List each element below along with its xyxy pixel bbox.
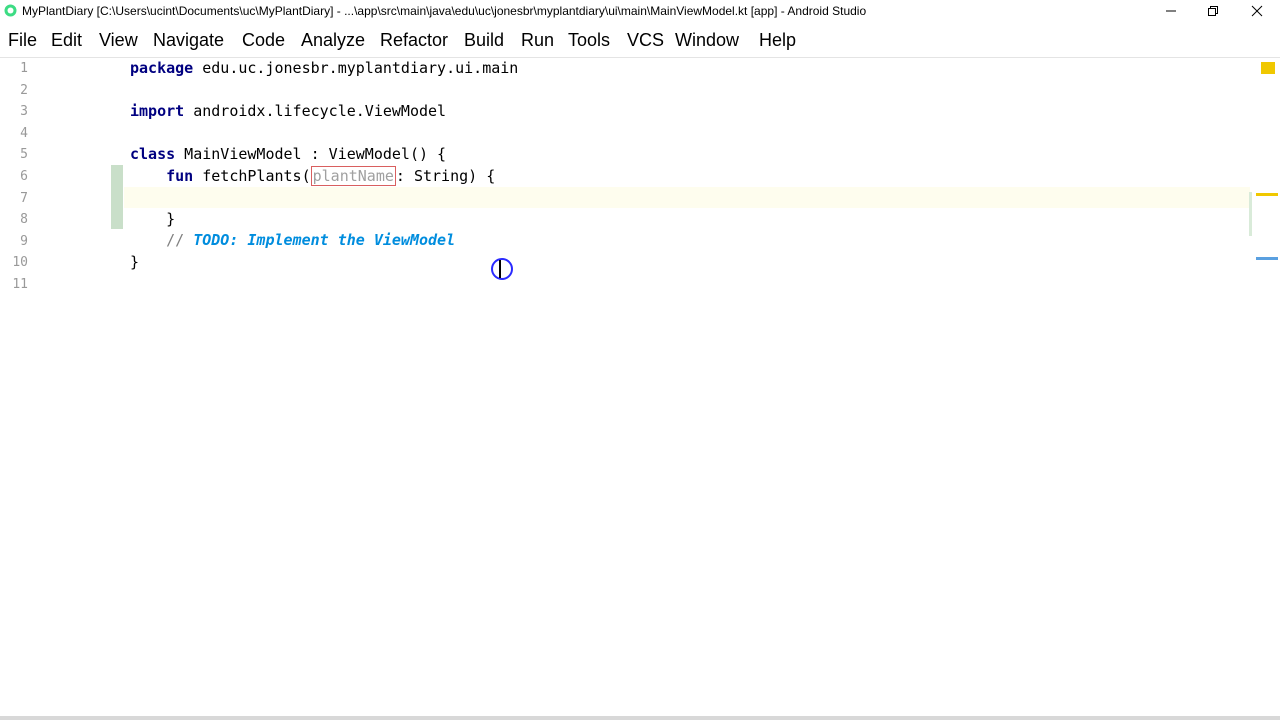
- line-number: 9: [20, 234, 28, 249]
- caret-mark[interactable]: [1256, 257, 1278, 260]
- code-line-8[interactable]: }: [130, 209, 175, 230]
- code-text: edu.uc.jonesbr.myplantdiary.ui.main: [193, 59, 519, 77]
- text-cursor-icon: [499, 260, 501, 278]
- scroll-marker-stripe: [1249, 192, 1252, 236]
- vcs-change-marker[interactable]: [111, 165, 123, 229]
- code-line-5[interactable]: class MainViewModel : ViewModel() {: [130, 144, 446, 165]
- line-number: 6: [20, 169, 28, 184]
- keyword: import: [130, 102, 185, 120]
- line-number: 11: [12, 277, 28, 292]
- parameter-name-highlight[interactable]: plantName: [310, 166, 396, 186]
- code-editor[interactable]: 1 2 3 4 5 6 7 8 9 10 11 package edu.uc.j…: [0, 0, 1280, 720]
- cursor-highlight-ring: [491, 258, 513, 280]
- line-number: 4: [20, 126, 28, 141]
- line-number: 1: [20, 61, 28, 76]
- bottom-edge: [0, 716, 1280, 720]
- line-number: 3: [20, 104, 28, 119]
- code-line-10[interactable]: }: [130, 252, 139, 273]
- inspection-status-icon[interactable]: [1261, 62, 1275, 74]
- current-line-highlight: [124, 187, 1250, 208]
- keyword: fun: [166, 167, 194, 185]
- code-line-1[interactable]: package edu.uc.jonesbr.myplantdiary.ui.m…: [130, 58, 518, 79]
- todo-comment: TODO: Implement the ViewModel: [193, 231, 456, 249]
- code-text: : String) {: [395, 167, 496, 185]
- line-number: 7: [20, 191, 28, 206]
- keyword: package: [130, 59, 194, 77]
- line-number: 2: [20, 83, 28, 98]
- line-number: 10: [12, 255, 28, 270]
- code-text: MainViewModel : ViewModel() {: [175, 145, 447, 163]
- function-name: fetchPlants(: [193, 167, 311, 185]
- line-number: 8: [20, 212, 28, 227]
- code-line-3[interactable]: import androidx.lifecycle.ViewModel: [130, 101, 446, 122]
- keyword: class: [130, 145, 176, 163]
- comment-marker: //: [166, 231, 194, 249]
- code-line-9[interactable]: // TODO: Implement the ViewModel: [130, 230, 455, 251]
- warning-mark[interactable]: [1256, 193, 1278, 196]
- code-text: androidx.lifecycle.ViewModel: [184, 102, 447, 120]
- code-line-6[interactable]: fun fetchPlants(plantName: String) {: [130, 166, 495, 187]
- line-number: 5: [20, 147, 28, 162]
